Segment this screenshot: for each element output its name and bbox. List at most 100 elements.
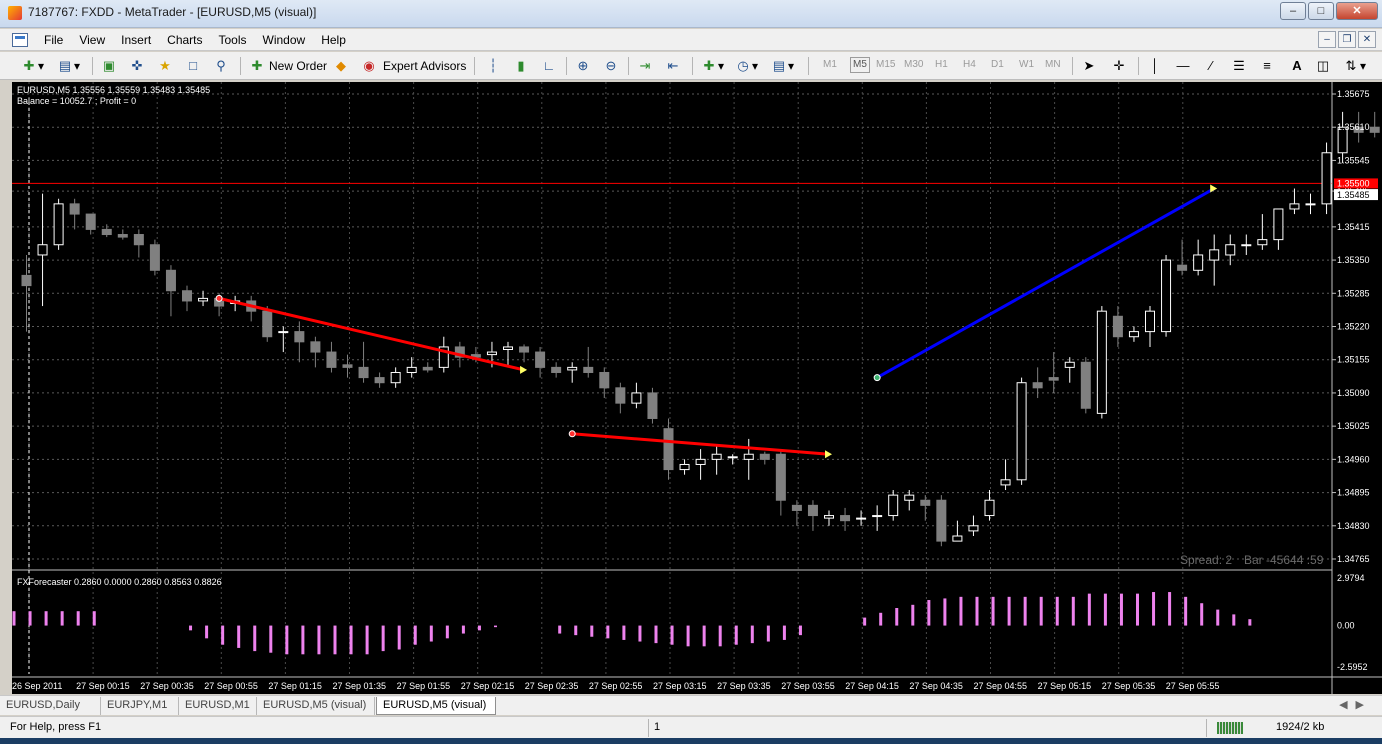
time-tick-label: 27 Sep 01:35 [333,681,387,691]
profiles-icon: ▤ [58,58,72,73]
profiles-button[interactable]: ▤ ▾ [56,55,80,77]
periods-button[interactable]: ◷ ▾ [734,55,758,77]
candle-body [37,244,48,256]
minimize-button[interactable]: – [1280,2,1306,20]
candle-body [856,517,867,520]
menu-bar: File View Insert Charts Tools Window Hel… [0,29,1382,51]
price-tick-label: 1.35090 [1337,388,1370,398]
menu-file[interactable]: File [36,32,71,48]
candle-body [663,428,674,471]
data-window-button[interactable]: ✜ [128,55,146,77]
new-chart-button[interactable]: ✚ ▾ [20,55,44,77]
tab-eurjpy-m1[interactable]: EURJPY,M1 [101,697,179,715]
equidistant-channel-button[interactable]: ☰ [1230,55,1248,77]
timeframe-m15[interactable]: M15 [876,59,895,70]
line-chart-button[interactable]: ∟ [540,55,558,77]
timeframe-mn[interactable]: MN [1045,59,1061,70]
price-tick-label: 1.34765 [1337,554,1370,564]
horizontal-line-button[interactable]: — [1174,55,1192,77]
candle-body [1209,249,1220,261]
navigator-button[interactable]: ★ [156,55,174,77]
candle-body [872,515,883,518]
candle-body [149,244,160,271]
crosshair-tool-button[interactable]: ✛ [1110,55,1128,77]
terminal-button[interactable]: □ [184,55,202,77]
time-tick-label: 27 Sep 01:55 [397,681,451,691]
metaeditor-button[interactable]: ◆ [332,55,350,77]
title-bar: 7187767: FXDD - MetaTrader - [EURUSD,M5 … [0,0,1382,28]
chart-shift-button[interactable]: ⇤ [664,55,682,77]
timeframe-w1[interactable]: W1 [1019,59,1034,70]
help-text: For Help, press F1 [10,721,102,733]
price-tick-label: 1.35025 [1337,421,1370,431]
maximize-button[interactable]: □ [1308,2,1334,20]
menu-charts[interactable]: Charts [159,32,210,48]
text-label-button[interactable]: ◫ [1314,55,1332,77]
timeframe-m5[interactable]: M5 [850,57,870,73]
timeframe-h4[interactable]: H4 [963,59,976,70]
cursor-tool-button[interactable]: ➤ [1080,55,1098,77]
price-tick-label: 1.35610 [1337,122,1370,132]
candle-body [1048,377,1059,381]
zoom-out-button[interactable]: ⊖ [602,55,620,77]
price-chart[interactable]: 1.35675 1.35610 1.35545 1.35485 1.35415 1.353… [12,82,1382,694]
timeframe-m1[interactable]: M1 [823,59,837,70]
candlestick-button[interactable]: ▮ [512,55,530,77]
close-button[interactable]: ✕ [1336,2,1378,20]
vertical-line-button[interactable]: │ [1146,55,1164,77]
market-watch-button[interactable]: ▣ [100,55,118,77]
tab-eurusd-m5-visual[interactable]: EURUSD,M5 (visual) [257,697,375,715]
chart-axes: 1.35675 1.35610 1.35545 1.35485 1.35415 1.353… [12,89,1378,691]
text-tool-icon: A [1292,58,1302,73]
candle-body [984,499,995,517]
candle-body [358,366,369,379]
timeframe-m30[interactable]: M30 [904,59,923,70]
indicators-button[interactable]: ✚ ▾ [700,55,724,77]
window-controls: – □ ✕ [1280,2,1378,20]
text-tool-button[interactable]: A [1288,55,1306,77]
menu-window[interactable]: Window [255,32,314,48]
window-title: 7187767: FXDD - MetaTrader - [EURUSD,M5 … [28,5,317,19]
tab-eurusd-m5-visual-active[interactable]: EURUSD,M5 (visual) [376,697,496,715]
trendline-icon: ∕ [1209,58,1213,73]
price-tick-label: 1.35220 [1337,322,1370,332]
candle-body [647,392,658,419]
menu-insert[interactable]: Insert [113,32,159,48]
menu-help[interactable]: Help [313,32,354,48]
text-label-icon: ◫ [1316,58,1330,73]
candle-body [278,331,289,334]
menu-tools[interactable]: Tools [211,32,255,48]
chart-window-icon[interactable] [12,33,28,47]
new-order-button[interactable]: ✚ New Order [248,55,327,77]
candle-body [1273,208,1284,241]
tab-scroll-arrows[interactable]: ◀▶ [1339,698,1372,711]
fibonacci-button[interactable]: ≡ [1258,55,1276,77]
balance-line: Balance = 10052.7 ; Profit = 0 [17,96,136,106]
arrows-button[interactable]: ⇅ ▾ [1342,55,1366,77]
menu-view[interactable]: View [71,32,113,48]
strategy-tester-button[interactable]: ⚲ [212,55,230,77]
chart-minimize-button[interactable]: – [1318,31,1336,48]
auto-scroll-button[interactable]: ⇥ [636,55,654,77]
chart-restore-button[interactable]: ❐ [1338,31,1356,48]
candle-body [1161,259,1172,333]
candle-body [888,494,899,517]
chart-canvas[interactable]: 1.35675 1.35610 1.35545 1.35485 1.35415 1.353… [12,82,1382,694]
timeframe-d1[interactable]: D1 [991,59,1004,70]
zoom-in-button[interactable]: ⊕ [574,55,592,77]
candle-body [1289,203,1300,210]
candle-body [743,453,754,460]
templates-button[interactable]: ▤ ▾ [770,55,794,77]
candle-body [615,387,626,404]
navigator-folder-icon: ★ [159,58,171,73]
price-tick-label: 1.35285 [1337,288,1370,298]
expert-advisors-button[interactable]: ◉ Expert Advisors [360,55,466,77]
chart-close-button[interactable]: ✕ [1358,31,1376,48]
status-bar: For Help, press F1 1 1924/2 kb [0,716,1382,738]
tab-eurusd-m1[interactable]: EURUSD,M1 [179,697,257,715]
time-tick-label: 26 Sep 2011 [12,681,62,691]
tab-eurusd-daily[interactable]: EURUSD,Daily [0,697,101,715]
timeframe-h1[interactable]: H1 [935,59,948,70]
bar-chart-button[interactable]: ┆ [484,55,502,77]
trendline-button[interactable]: ∕ [1202,55,1220,77]
